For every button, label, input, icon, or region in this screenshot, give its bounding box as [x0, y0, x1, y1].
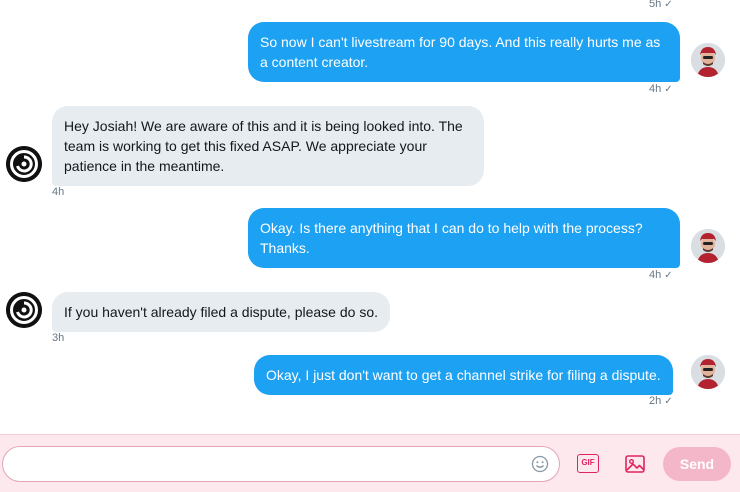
message-timestamp: 4h ✓ — [649, 83, 673, 95]
read-check-icon: ✓ — [664, 396, 673, 407]
message-timestamp: 4h ✓ — [649, 269, 673, 281]
message-input-container[interactable] — [2, 446, 560, 482]
incoming-message[interactable]: If you haven't already filed a dispute, … — [52, 292, 390, 332]
message-timestamp: 3h — [52, 332, 65, 344]
user-avatar[interactable] — [691, 355, 725, 389]
message-text: Okay, I just don't want to get a channel… — [266, 367, 661, 383]
message-timestamp: 5h ✓ — [649, 0, 673, 10]
message-text: If you haven't already filed a dispute, … — [64, 304, 378, 320]
swirl-logo-icon — [6, 146, 42, 182]
user-avatar[interactable] — [691, 43, 725, 77]
brand-logo-avatar[interactable] — [6, 146, 42, 182]
message-composer: GIF Send — [0, 434, 740, 492]
brand-logo-avatar[interactable] — [6, 292, 42, 328]
gif-button[interactable]: GIF — [577, 454, 599, 473]
emoji-icon[interactable] — [531, 455, 549, 473]
message-timestamp: 4h — [52, 186, 65, 198]
read-check-icon: ✓ — [664, 84, 673, 95]
outgoing-message[interactable]: Okay, I just don't want to get a channel… — [254, 355, 673, 395]
outgoing-message[interactable]: So now I can't livestream for 90 days. A… — [248, 22, 680, 82]
message-text: So now I can't livestream for 90 days. A… — [260, 34, 661, 70]
outgoing-message[interactable]: Okay. Is there anything that I can do to… — [248, 208, 680, 268]
read-check-icon: ✓ — [664, 0, 673, 10]
message-text: Okay. Is there anything that I can do to… — [260, 220, 643, 256]
image-icon[interactable] — [624, 453, 646, 475]
message-thread: 5h ✓ So now I can't livestream for 90 day… — [0, 0, 740, 434]
read-check-icon: ✓ — [664, 270, 673, 281]
swirl-logo-icon — [6, 292, 42, 328]
incoming-message[interactable]: Hey Josiah! We are aware of this and it … — [52, 106, 484, 186]
send-button[interactable]: Send — [663, 447, 731, 481]
message-text: Hey Josiah! We are aware of this and it … — [64, 118, 463, 174]
message-timestamp: 2h ✓ — [649, 395, 673, 407]
user-avatar[interactable] — [691, 229, 725, 263]
message-input[interactable] — [3, 447, 559, 481]
